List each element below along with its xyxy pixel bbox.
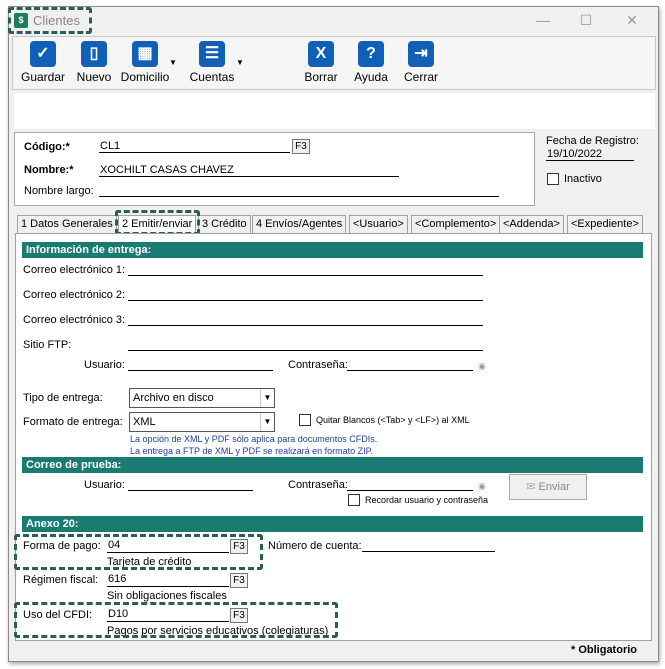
inactivo-label: Inactivo [564,173,602,185]
fecha-value: 19/10/2022 [547,148,603,160]
show-password-icon[interactable]: ◉ [478,481,486,492]
title-bar [9,7,658,35]
prueba-usuario-label: Usuario: [84,479,125,491]
codigo-f3-button[interactable]: F3 [292,139,310,154]
fecha-label: Fecha de Registro: [546,135,639,147]
tab-expediente[interactable]: <Expediente> [567,215,643,234]
sitio-ftp-label: Sitio FTP: [23,339,72,351]
delete-icon: X [308,41,334,67]
quitar-blancos-checkbox[interactable] [299,414,311,426]
formato-entrega-label: Formato de entrega: [23,416,123,428]
nombre-largo-field[interactable] [99,183,499,197]
required-note: * Obligatorio [571,644,637,656]
tab-datos-generales[interactable]: 1 Datos Generales [17,215,117,234]
note-xml-pdf: La opción de XML y PDF sólo aplica para … [130,434,378,444]
codigo-value: CL1 [100,140,121,152]
help-icon: ? [358,41,384,67]
ftp-contrasena-input[interactable] [347,356,473,371]
tab-credito[interactable]: 3 Crédito [198,215,251,234]
maximize-button[interactable]: ☐ [574,10,598,30]
ftp-usuario-label: Usuario: [84,359,125,371]
address-label: Domicilio [120,70,170,84]
nombre-value: XOCHILT CASAS CHAVEZ [100,164,234,176]
tab-highlight [115,210,200,235]
ftp-usuario-input[interactable] [128,356,273,371]
recordar-label: Recordar usuario y contraseña [365,495,489,505]
anexo-section-header: Anexo 20: [22,516,643,532]
close-button[interactable]: ✕ [620,10,644,30]
chevron-down-icon: ▼ [260,413,274,431]
enviar-button[interactable]: ✉ Enviar [509,474,587,500]
correo1-input[interactable] [128,261,483,276]
numero-cuenta-input[interactable] [362,537,495,552]
codigo-label: Código:* [24,141,70,153]
formato-entrega-value: XML [133,416,156,428]
mail-icon: ✉ [526,481,539,493]
accounts-label: Cuentas [189,70,235,84]
exit-icon: ⇥ [408,41,434,67]
correo1-label: Correo electrónico 1: [23,264,126,276]
nombre-largo-label: Nombre largo: [24,185,94,197]
title-highlight [8,7,92,34]
numero-cuenta-label: Número de cuenta: [268,540,362,552]
codigo-field[interactable] [99,139,290,153]
entrega-section-header: Información de entrega: [22,242,643,258]
check-icon: ✓ [30,41,56,67]
regimen-desc: Sin obligaciones fiscales [107,590,227,602]
uso-cfdi-highlight [14,602,338,638]
new-button[interactable]: ▯ Nuevo [72,41,116,84]
nombre-label: Nombre:* [24,164,74,176]
help-button[interactable]: ? Ayuda [352,41,390,84]
save-button[interactable]: ✓ Guardar [20,41,66,84]
banner-area [14,93,655,129]
help-label: Ayuda [354,70,388,84]
correo2-label: Correo electrónico 2: [23,289,126,301]
note-ftp-zip: La entrega a FTP de XML y PDF se realiza… [130,446,373,456]
address-button[interactable]: ▦ Domicilio [119,41,171,84]
enviar-label: Enviar [538,481,570,493]
minimize-button[interactable]: — [531,10,555,30]
new-label: Nuevo [76,70,112,84]
correo3-input[interactable] [128,311,483,326]
tab-envios-agentes[interactable]: 4 Envíos/Agentes [252,215,347,234]
close-form-label: Cerrar [403,70,438,84]
tipo-entrega-value: Archivo en disco [133,392,214,404]
regimen-f3-button[interactable]: F3 [230,573,248,588]
address-dropdown-icon[interactable]: ▼ [169,58,177,67]
sitio-ftp-input[interactable] [128,336,483,351]
close-form-button[interactable]: ⇥ Cerrar [402,41,440,84]
tab-complemento[interactable]: <Complemento> [411,215,501,234]
prueba-contrasena-label: Contraseña: [288,479,348,491]
correo3-label: Correo electrónico 3: [23,314,126,326]
accounts-dropdown-icon[interactable]: ▼ [236,58,244,67]
chevron-down-icon: ▼ [260,389,274,407]
document-icon: ▯ [81,41,107,67]
tab-addenda[interactable]: <Addenda> [499,215,564,234]
correo2-input[interactable] [128,286,483,301]
accounts-button[interactable]: ☰ Cuentas [188,41,236,84]
formato-entrega-select[interactable]: XML ▼ [129,412,275,432]
delete-label: Borrar [304,70,338,84]
regimen-label: Régimen fiscal: [23,574,99,586]
ftp-contrasena-label: Contraseña: [288,359,348,371]
list-icon: ☰ [199,41,225,67]
delete-button[interactable]: X Borrar [302,41,340,84]
inactivo-checkbox[interactable] [547,173,559,185]
regimen-value: 616 [108,573,127,585]
prueba-section-header: Correo de prueba: [22,457,643,473]
show-password-icon[interactable]: ◉ [478,361,486,372]
recordar-checkbox[interactable] [348,494,360,506]
tab-usuario[interactable]: <Usuario> [349,215,408,234]
save-label: Guardar [20,70,66,84]
address-icon: ▦ [132,41,158,67]
prueba-usuario-input[interactable] [128,476,253,491]
tipo-entrega-select[interactable]: Archivo en disco ▼ [129,388,275,408]
tipo-entrega-label: Tipo de entrega: [23,392,103,404]
prueba-contrasena-input[interactable] [347,476,473,491]
quitar-blancos-label: Quitar Blancos (<Tab> y <LF>) al XML [316,415,470,425]
forma-pago-highlight [14,534,263,570]
